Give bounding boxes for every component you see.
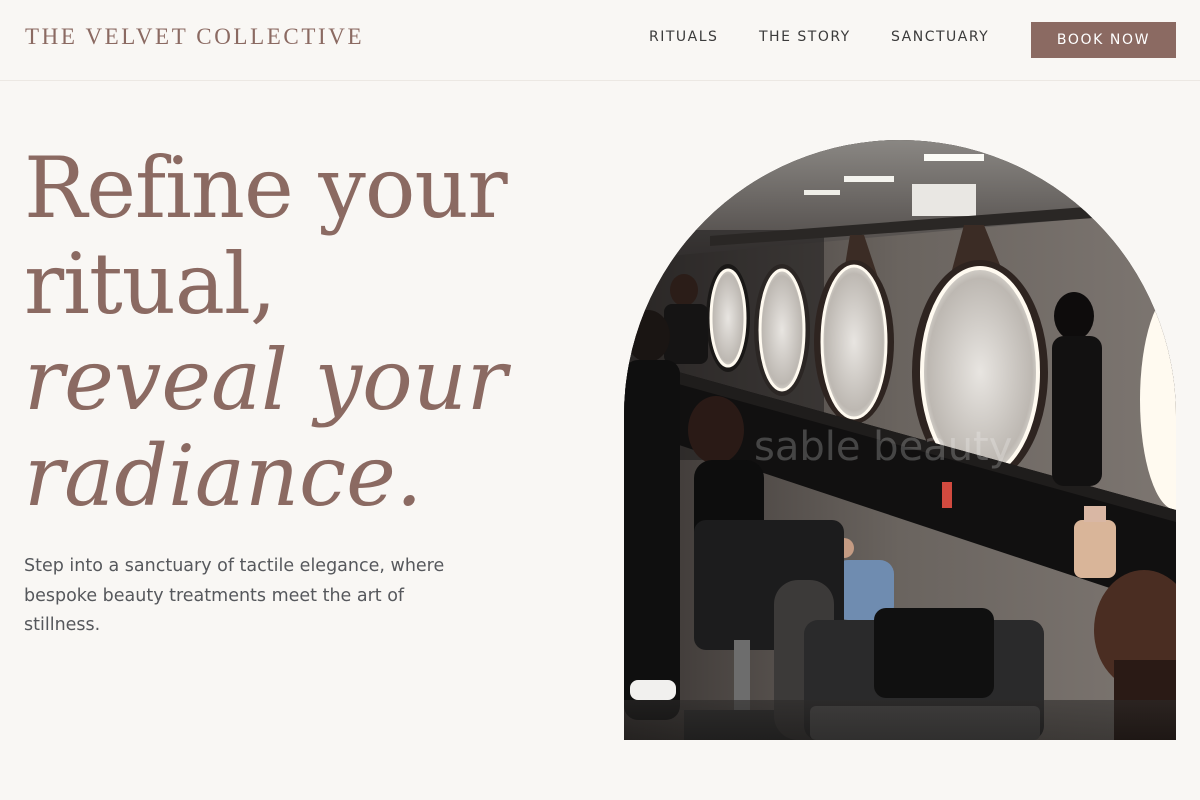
nav-rituals[interactable]: RITUALS — [649, 29, 718, 45]
hero-headline: Refine your ritual, reveal your radiance… — [24, 140, 584, 524]
hero-subtext: Step into a sanctuary of tactile eleganc… — [24, 556, 445, 635]
site-header: THE VELVET COLLECTIVE RITUALS THE STORY … — [0, 0, 1200, 81]
headline-line-4: radiance. — [24, 427, 423, 525]
headline-line-1: Refine your — [24, 139, 508, 237]
headline-line-3: reveal your — [24, 331, 507, 429]
salon-hero-image: sable beauty — [624, 140, 1176, 740]
image-watermark: sable beauty — [754, 424, 1012, 470]
book-now-button[interactable]: BOOK NOW — [1031, 22, 1176, 58]
headline-line-2: ritual, — [24, 235, 277, 333]
nav-sanctuary[interactable]: SANCTUARY — [891, 29, 989, 45]
page: THE VELVET COLLECTIVE RITUALS THE STORY … — [0, 0, 1200, 800]
nav-the-story[interactable]: THE STORY — [759, 29, 851, 45]
brand-logo[interactable]: THE VELVET COLLECTIVE — [25, 24, 364, 50]
salon-interior-illustration: sable beauty — [624, 140, 1176, 740]
